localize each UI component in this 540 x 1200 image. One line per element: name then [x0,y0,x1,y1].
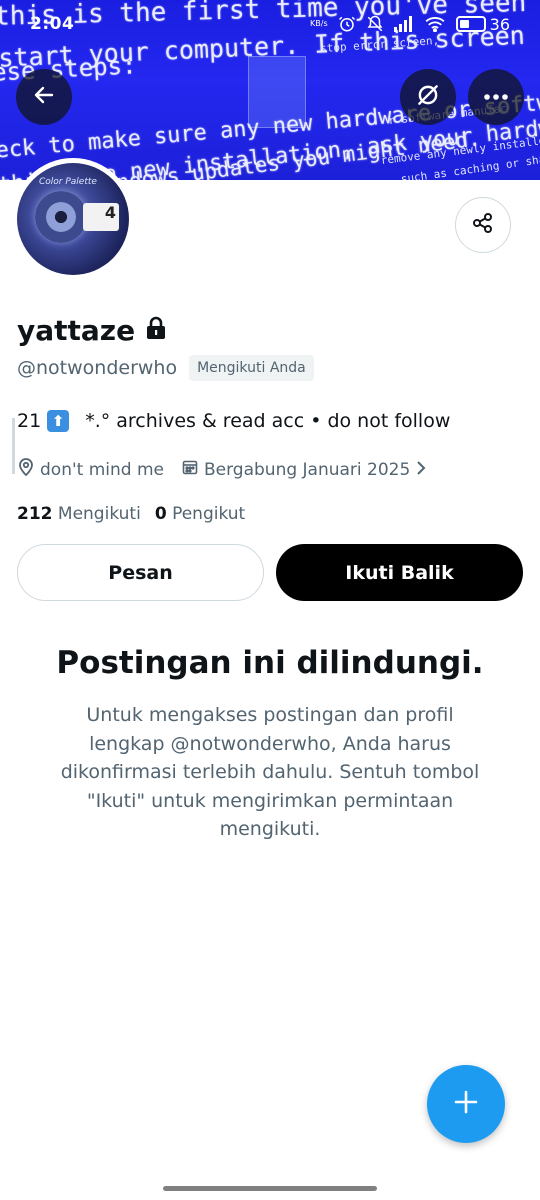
battery-indicator: 36 [455,14,510,34]
home-indicator[interactable] [163,1186,377,1191]
avatar-caption: Color Palette [39,177,97,187]
following-link[interactable]: 212 Mengikuti [17,504,141,524]
plus-icon [453,1089,479,1120]
handle: @notwonderwho [17,357,178,379]
follow-back-button[interactable]: Ikuti Balik [276,544,523,601]
avatar-disc-graphic [35,191,87,243]
avatar-image: Color Palette 4 [17,163,129,275]
joined-text: Bergabung Januari 2025 [203,459,411,480]
bio-number: 21 [17,410,42,432]
network-speed: KB/s [310,19,328,28]
share-icon [471,211,495,240]
following-label: Mengikuti [57,504,141,524]
profile-meta: don't mind me Bergabung Januari 2025 [18,458,426,481]
location-item: don't mind me [18,458,164,481]
alarm-icon [338,15,356,33]
handle-row: @notwonderwho Mengikuti Anda [17,355,314,381]
more-horizontal-icon [483,88,509,106]
battery-icon [455,16,486,32]
calendar-icon [182,459,198,480]
following-count: 212 [17,504,53,524]
arrow-left-icon [32,83,56,112]
grok-icon [415,82,441,113]
follow-counts: 212 Mengikuti 0 Pengikut [17,504,245,524]
compose-fab-button[interactable] [427,1065,505,1143]
battery-fill [459,20,469,28]
chevron-right-icon [416,460,426,480]
status-bar: 2:04 KB/s 36 [0,0,540,48]
battery-percent: 36 [489,14,510,34]
protected-title: Postingan ini dilindungi. [56,645,484,681]
followers-link[interactable]: 0 Pengikut [155,504,245,524]
signal-icon [393,16,414,32]
scroll-edge-marker [12,418,15,474]
lock-icon [145,316,167,345]
share-button[interactable] [455,197,511,253]
mute-icon [366,15,384,33]
up-arrow-emoji-icon: ⬆ [47,410,70,432]
grok-button[interactable] [400,69,456,125]
display-name: yattaze [17,314,136,347]
location-pin-icon [18,458,34,481]
followers-count: 0 [154,504,167,524]
wifi-icon [424,16,446,32]
followers-label: Pengikut [172,504,246,524]
status-time: 2:04 [30,14,75,34]
more-button[interactable] [468,69,524,125]
follows-you-badge: Mengikuti Anda [189,355,314,381]
protected-description: Untuk mengakses postingan dan profil len… [60,704,480,840]
location-text: don't mind me [40,459,164,480]
back-button[interactable] [16,69,72,125]
avatar-card-graphic: 4 [83,203,119,231]
bio: 21 ⬆ *.° archives & read acc • do not fo… [17,410,450,432]
bio-text: *.° archives & read acc • do not follow [85,410,451,432]
avatar[interactable]: Color Palette 4 [12,158,134,280]
name-row: yattaze [17,314,167,347]
status-icons: KB/s [310,15,446,33]
status-right: KB/s 36 [310,15,510,34]
message-button[interactable]: Pesan [17,544,264,601]
joined-item[interactable]: Bergabung Januari 2025 [182,459,426,480]
